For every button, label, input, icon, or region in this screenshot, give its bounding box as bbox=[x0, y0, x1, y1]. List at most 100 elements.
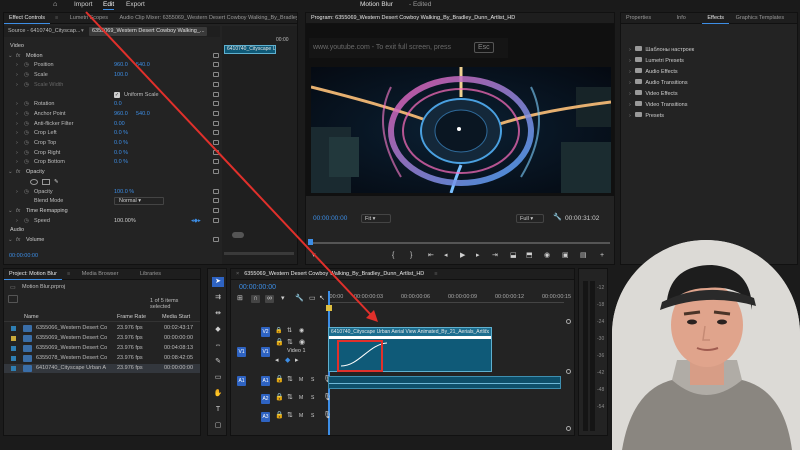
chevron-right-icon[interactable]: › bbox=[16, 99, 18, 109]
project-row[interactable]: 6355066_Western Desert Co 23.976 fps 00:02… bbox=[4, 324, 200, 333]
chevron-right-icon[interactable]: › bbox=[629, 47, 631, 53]
menu-icon[interactable]: ≡ bbox=[429, 269, 442, 280]
ec-timecode[interactable]: 00:00:00:00 bbox=[9, 253, 38, 259]
slip-tool-icon[interactable]: ⇔ bbox=[212, 341, 224, 351]
prev-keyframe-icon[interactable]: ◂ bbox=[275, 357, 279, 365]
chevron-right-icon[interactable]: › bbox=[16, 80, 18, 90]
mark-out-icon[interactable]: } bbox=[410, 252, 412, 260]
effects-tree-item[interactable]: › Lumetri Presets bbox=[629, 56, 684, 67]
reset-icon[interactable] bbox=[213, 140, 219, 145]
speed-keyframe-bar[interactable] bbox=[232, 232, 244, 238]
effects-tree-item[interactable]: › Video Transitions bbox=[629, 100, 687, 111]
param-value[interactable]: 100.0 bbox=[114, 70, 128, 80]
tab-project[interactable]: Project: Motion Blur bbox=[4, 269, 62, 280]
sync-icon[interactable]: ⇅ bbox=[287, 327, 292, 335]
track-target-v1[interactable]: V1 bbox=[261, 347, 270, 357]
param-value[interactable]: 540.0 bbox=[136, 60, 150, 70]
mic-icon[interactable]: 🎙 bbox=[323, 394, 332, 402]
lock-icon[interactable]: 🔒 bbox=[275, 394, 284, 402]
vr-icon[interactable]: ▤ bbox=[580, 252, 587, 260]
reset-icon[interactable] bbox=[213, 81, 219, 87]
add-keyframe-icon[interactable]: ◆ bbox=[285, 357, 290, 365]
reset-icon[interactable] bbox=[213, 169, 219, 175]
eye-icon[interactable]: ◉ bbox=[299, 339, 305, 347]
reset-icon[interactable] bbox=[213, 188, 219, 194]
project-row[interactable]: 6355078_Western Desert Co 23.976 fps 00:08… bbox=[4, 354, 200, 363]
ripple-edit-tool-icon[interactable]: ⇹ bbox=[212, 309, 224, 319]
fx-icon[interactable]: fx bbox=[16, 235, 20, 245]
chevron-right-icon[interactable]: › bbox=[16, 109, 18, 119]
stopwatch-icon[interactable]: ◷ bbox=[24, 80, 29, 90]
lock-icon[interactable]: 🔒 bbox=[275, 376, 284, 384]
insert-icon[interactable]: ⊞ bbox=[237, 295, 243, 303]
add-marker-icon[interactable]: ▾ bbox=[281, 295, 285, 303]
effects-tree-item[interactable]: › Audio Transitions bbox=[629, 78, 688, 89]
chevron-down-icon[interactable]: ⌄ bbox=[8, 206, 13, 216]
fit-dropdown[interactable]: Fit ▾ bbox=[361, 214, 391, 223]
lock-icon[interactable]: 🔒 bbox=[275, 412, 284, 420]
timeline-ruler[interactable]: :00:00 00:00:00:03 00:00:00:06 00:00:00:… bbox=[328, 291, 571, 305]
chevron-right-icon[interactable]: › bbox=[16, 70, 18, 80]
tab-effects[interactable]: Effects bbox=[702, 13, 730, 24]
reset-icon[interactable] bbox=[213, 237, 219, 242]
tab-audio-clip-mixer[interactable]: Audio Clip Mixer: 6355069_Western Desert… bbox=[114, 13, 297, 24]
mic-icon[interactable]: 🎙 bbox=[323, 412, 332, 420]
pen-mask-icon[interactable]: ✎ bbox=[54, 177, 59, 187]
chevron-right-icon[interactable]: › bbox=[16, 119, 18, 129]
tab-properties[interactable]: Properties bbox=[621, 13, 656, 24]
checkbox[interactable]: ✓ bbox=[114, 91, 120, 98]
param-value[interactable]: 540.0 bbox=[136, 109, 150, 119]
stopwatch-icon[interactable]: ◷ bbox=[24, 148, 29, 158]
chevron-down-icon[interactable]: ⌄ bbox=[8, 235, 13, 245]
label-color-swatch[interactable] bbox=[11, 326, 16, 331]
project-row[interactable]: 6355069_Western Desert Co 23.976 fps 00:04… bbox=[4, 344, 200, 353]
track-target-v2[interactable]: V2 bbox=[261, 327, 270, 337]
tab-media-browser[interactable]: Media Browser bbox=[77, 269, 124, 280]
track-target-a2[interactable]: A2 bbox=[261, 394, 270, 404]
go-to-in-icon[interactable]: ⇤ bbox=[428, 252, 434, 260]
label-color-swatch[interactable] bbox=[11, 366, 16, 371]
param-value[interactable]: 0.0 % bbox=[114, 128, 128, 138]
ec-scrollbar[interactable] bbox=[224, 252, 294, 255]
program-timecode[interactable]: 00:00:00:00 bbox=[313, 215, 347, 222]
solo-icon[interactable]: S bbox=[311, 412, 314, 420]
stopwatch-icon[interactable]: ◷ bbox=[24, 119, 29, 129]
reset-icon[interactable] bbox=[213, 101, 219, 107]
source-patch-v1[interactable]: V1 bbox=[237, 347, 246, 357]
selection-tool-icon[interactable]: ➤ bbox=[212, 277, 224, 287]
keyframe-nav-icon[interactable]: ◂◆▸ bbox=[191, 216, 201, 226]
effects-tree-item[interactable]: › Audio Effects bbox=[629, 67, 678, 78]
reset-icon[interactable] bbox=[213, 72, 219, 78]
param-value[interactable]: 0.0 % bbox=[114, 138, 128, 148]
stopwatch-icon[interactable]: ◷ bbox=[24, 157, 29, 167]
timeline-timecode[interactable]: 00:00:00:00 bbox=[239, 284, 276, 291]
solo-icon[interactable]: S bbox=[311, 394, 314, 402]
sync-icon[interactable]: ⇅ bbox=[287, 412, 293, 420]
go-to-out-icon[interactable]: ⇥ bbox=[492, 252, 498, 260]
pen-tool-icon[interactable]: ✎ bbox=[212, 357, 224, 367]
caption-tool-icon[interactable]: ▢ bbox=[212, 421, 224, 431]
effects-tree-item[interactable]: › Presets bbox=[629, 111, 664, 122]
param-value[interactable]: 0.0 bbox=[114, 99, 122, 109]
label-color-swatch[interactable] bbox=[11, 336, 16, 341]
chevron-right-icon[interactable]: › bbox=[16, 187, 18, 197]
chevron-right-icon[interactable]: › bbox=[629, 58, 631, 64]
col-media-start[interactable]: Media Start bbox=[162, 314, 190, 320]
chevron-right-icon[interactable]: › bbox=[629, 91, 631, 97]
param-value[interactable]: 960.0 bbox=[114, 109, 128, 119]
param-value[interactable]: 0.0 % bbox=[114, 148, 128, 158]
chevron-right-icon[interactable]: › bbox=[16, 216, 18, 226]
tab-libraries[interactable]: Libraries bbox=[135, 269, 166, 280]
compare-icon[interactable]: ▣ bbox=[562, 252, 569, 260]
chevron-down-icon[interactable]: ⌄ bbox=[8, 51, 13, 61]
eye-icon[interactable]: ◉ bbox=[299, 327, 304, 335]
play-icon[interactable]: ▶ bbox=[460, 252, 465, 260]
sync-icon[interactable]: ⇅ bbox=[287, 394, 293, 402]
search-field[interactable] bbox=[8, 295, 18, 303]
source-patch-a1[interactable]: A1 bbox=[237, 376, 246, 386]
mute-icon[interactable]: M bbox=[299, 394, 303, 402]
project-row[interactable]: 6410740_Cityscape Urban A 23.976 fps 00:00… bbox=[4, 364, 200, 373]
label-color-swatch[interactable] bbox=[11, 346, 16, 351]
fx-icon[interactable]: fx bbox=[16, 51, 20, 61]
quality-dropdown[interactable]: Full ▾ bbox=[516, 214, 544, 223]
